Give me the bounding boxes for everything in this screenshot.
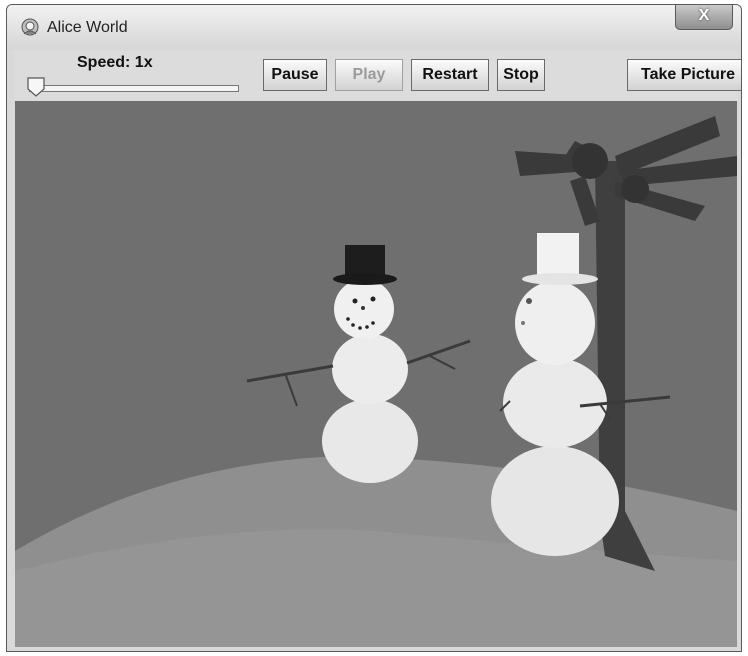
slider-thumb-icon[interactable] bbox=[27, 77, 45, 97]
speed-slider-track[interactable] bbox=[29, 85, 239, 92]
title-bar[interactable]: Alice World X bbox=[7, 5, 741, 49]
close-icon: X bbox=[698, 7, 710, 24]
stop-button[interactable]: Stop bbox=[497, 59, 545, 91]
alice-app-icon bbox=[21, 18, 39, 36]
world-viewport[interactable] bbox=[15, 101, 737, 647]
pause-button[interactable]: Pause bbox=[263, 59, 327, 91]
scene-render bbox=[15, 101, 737, 647]
alice-world-window: Alice World X Speed: 1x Pause Play Resta… bbox=[6, 4, 742, 652]
speed-label: Speed: 1x bbox=[77, 54, 153, 71]
restart-button[interactable]: Restart bbox=[411, 59, 489, 91]
take-picture-button[interactable]: Take Picture bbox=[627, 59, 741, 91]
toolbar: Speed: 1x Pause Play Restart Stop Take P… bbox=[15, 51, 741, 101]
close-button[interactable]: X bbox=[675, 5, 733, 30]
window-title: Alice World bbox=[47, 19, 128, 36]
play-button[interactable]: Play bbox=[335, 59, 403, 91]
